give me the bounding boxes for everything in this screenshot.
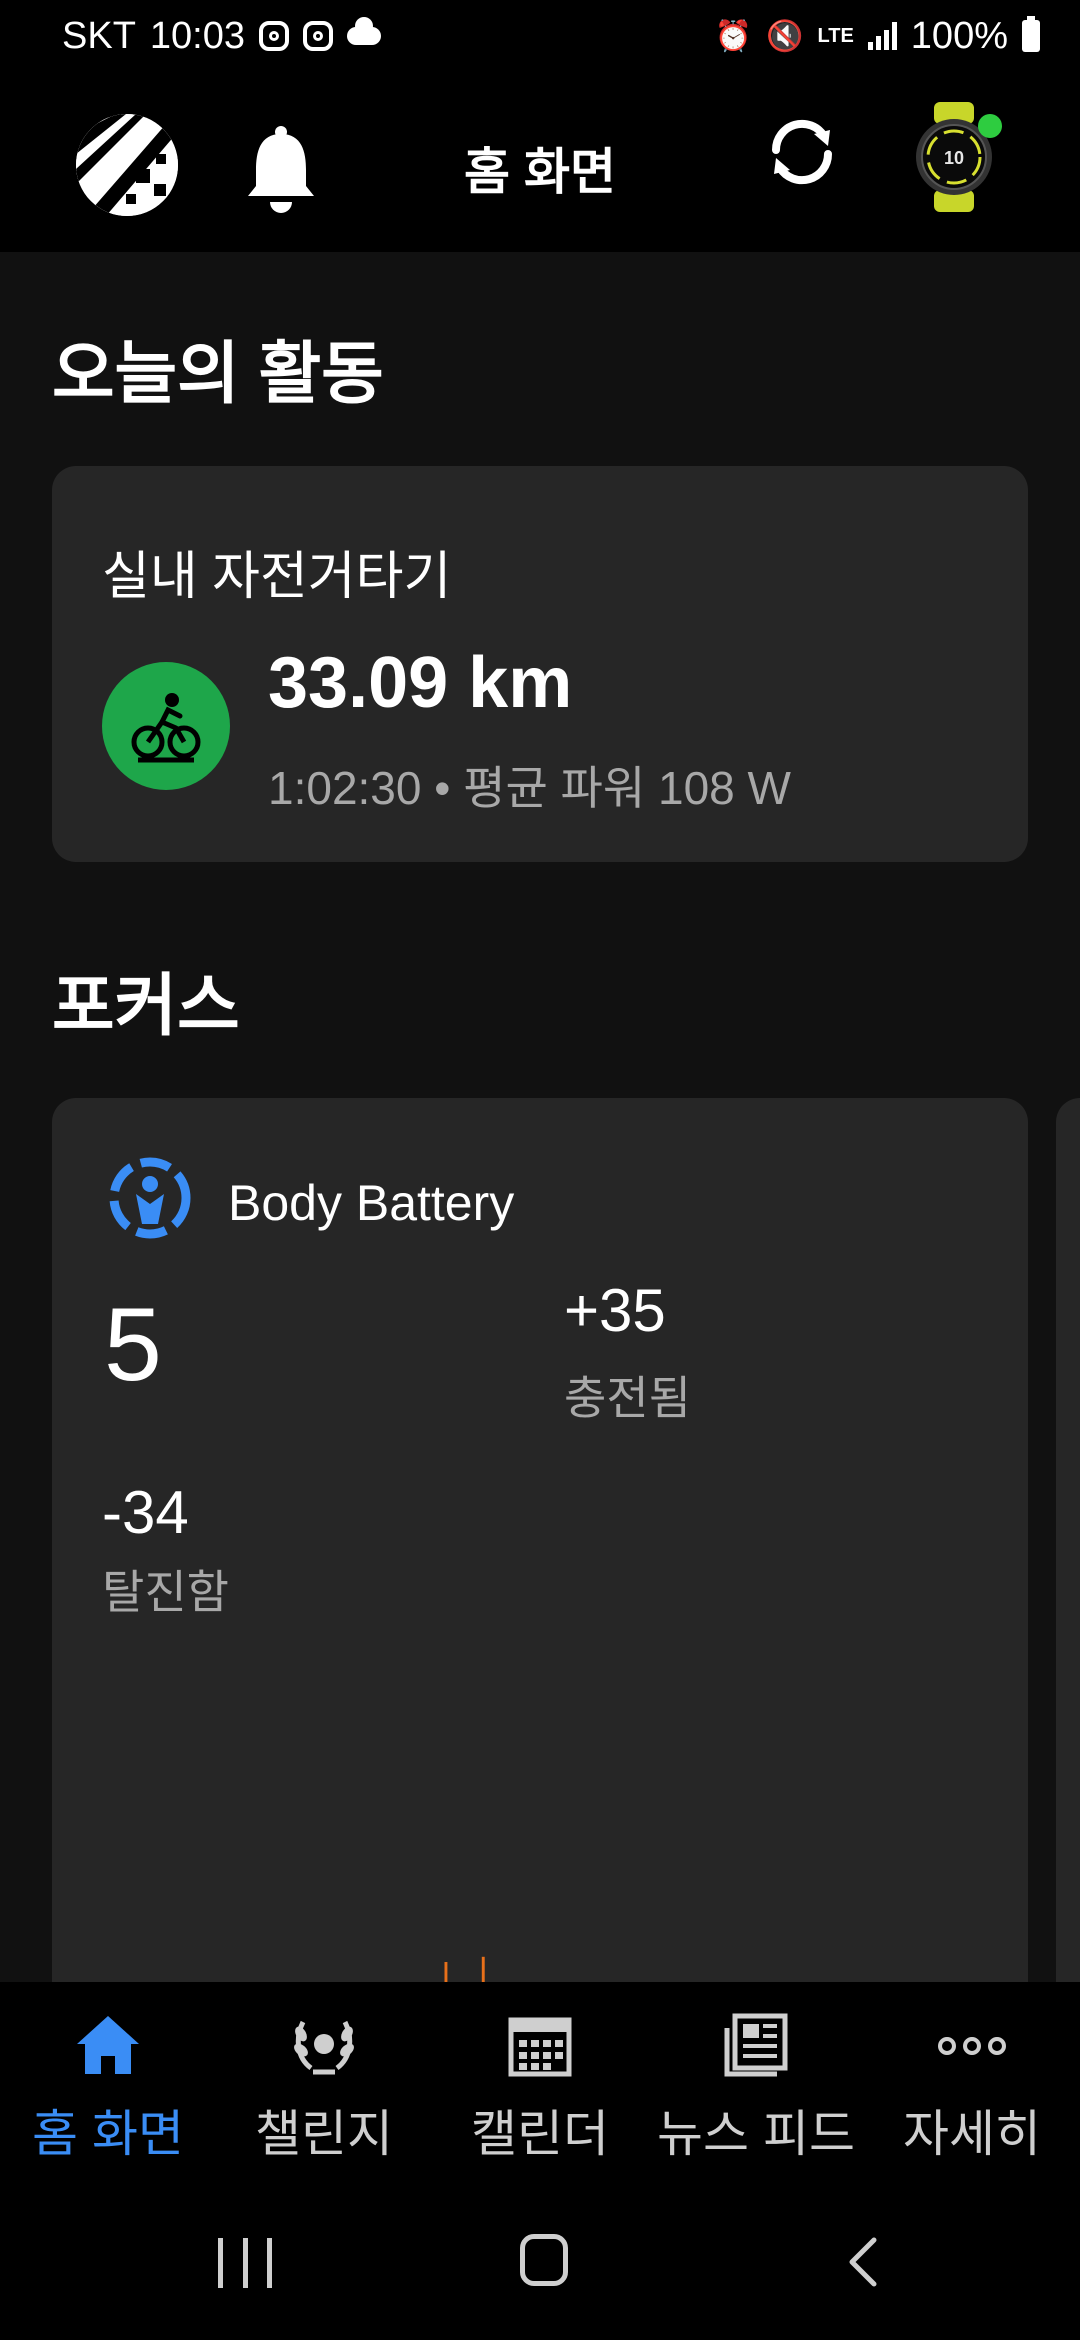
body-battery-value: 5 (104, 1287, 162, 1403)
newsfeed-icon (724, 2013, 788, 2077)
carrier-label: SKT (62, 14, 136, 57)
back-icon[interactable] (836, 2232, 896, 2292)
cloud-icon (347, 17, 381, 45)
nav-calendar[interactable]: 캘린더 (432, 1982, 648, 2182)
charged-value: +35 (564, 1277, 666, 1344)
home-circle-icon[interactable] (520, 2234, 568, 2286)
status-bar: SKT 10:03 ⏰ 🔇 LTE 100% (0, 0, 1080, 72)
body-battery-label: Body Battery (228, 1175, 515, 1231)
nav-newsfeed[interactable]: 뉴스 피드 (648, 1982, 864, 2182)
activity-details: 1:02:30 • 평균 파워 108 W (268, 762, 791, 814)
status-left: SKT 10:03 (62, 0, 381, 72)
nav-challenges[interactable]: 챌린지 (216, 1982, 432, 2182)
nav-home[interactable]: 홈 화면 (0, 1982, 216, 2182)
nav-more-label: 자세히 (903, 2106, 1041, 2162)
nav-more[interactable]: 자세히 (864, 1982, 1080, 2182)
laurel-icon (294, 2020, 354, 2075)
drained-value: -34 (102, 1479, 189, 1546)
sync-icon[interactable] (762, 112, 842, 192)
activity-card[interactable]: 실내 자전거타기 33.09 km 1:02:30 • 평균 파워 108 W (52, 466, 1028, 862)
clock: 10:03 (149, 14, 245, 57)
nav-calendar-label: 캘린더 (471, 2106, 609, 2162)
nav-newsfeed-label: 뉴스 피드 (657, 2106, 855, 2162)
instagram-icon (259, 21, 289, 51)
bike-icon (102, 662, 230, 790)
activity-section-title: 오늘의 활동 (52, 336, 384, 412)
alarm-icon: ⏰ (714, 19, 753, 53)
body-battery-icon (109, 1157, 191, 1239)
instagram-icon (303, 21, 333, 51)
mute-icon: 🔇 (766, 19, 804, 53)
nav-home-label: 홈 화면 (32, 2106, 184, 2162)
drained-label: 탈진함 (102, 1566, 229, 1618)
activity-title: 실내 자전거타기 (102, 548, 452, 606)
device-connected-indicator (978, 114, 1002, 138)
recents-icon[interactable] (218, 2238, 272, 2288)
battery-percent: 100% (910, 14, 1008, 57)
charged-label: 충전됨 (564, 1372, 691, 1424)
bottom-nav: 홈 화면 챌린지 캘린더 뉴스 피드 자세히 (0, 1982, 1080, 2182)
svg-text:10: 10 (944, 148, 964, 168)
home-icon (77, 2016, 139, 2074)
system-nav-bar (0, 2182, 1080, 2340)
activity-distance: 33.09 km (268, 643, 573, 723)
nav-challenges-label: 챌린지 (255, 2106, 393, 2162)
battery-icon (1022, 16, 1040, 52)
signal-icon (867, 22, 897, 50)
focus-section-title: 포커스 (52, 968, 240, 1044)
lte-icon: LTE (817, 25, 854, 47)
calendar-icon (508, 2017, 572, 2077)
status-right: ⏰ 🔇 LTE 100% (715, 0, 1040, 72)
app-header: 홈 화면 10 (0, 72, 1080, 252)
more-icon (938, 2037, 1006, 2055)
